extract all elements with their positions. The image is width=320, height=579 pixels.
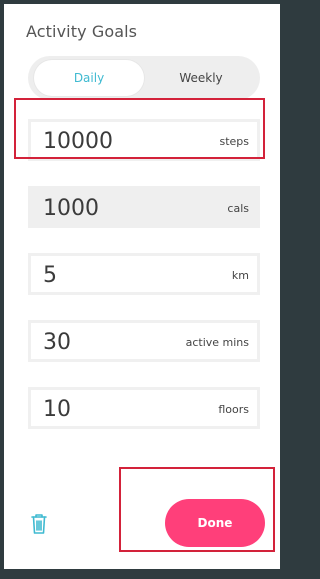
calories-value: 1000 [43, 196, 99, 221]
floors-field[interactable]: 10 floors [28, 387, 260, 429]
distance-field[interactable]: 5 km [28, 253, 260, 295]
steps-value: 10000 [43, 129, 113, 154]
steps-unit: steps [219, 135, 249, 148]
active-minutes-field[interactable]: 30 active mins [28, 320, 260, 362]
calories-unit: cals [227, 202, 249, 215]
calories-field[interactable]: 1000 cals [28, 186, 260, 228]
floors-value: 10 [43, 397, 71, 422]
active-minutes-unit: active mins [185, 336, 249, 349]
trash-icon[interactable] [29, 512, 49, 536]
page-title: Activity Goals [26, 22, 138, 41]
tab-weekly[interactable]: Weekly [146, 60, 256, 96]
done-button[interactable]: Done [165, 499, 265, 547]
steps-field[interactable]: 10000 steps [28, 119, 260, 161]
tab-daily[interactable]: Daily [34, 60, 144, 96]
distance-unit: km [231, 269, 249, 282]
activity-goals-panel: Activity Goals Daily Weekly 10000 steps … [4, 4, 280, 569]
active-minutes-value: 30 [43, 330, 71, 355]
period-toggle: Daily Weekly [28, 56, 260, 100]
floors-unit: floors [218, 403, 249, 416]
distance-value: 5 [43, 263, 57, 288]
